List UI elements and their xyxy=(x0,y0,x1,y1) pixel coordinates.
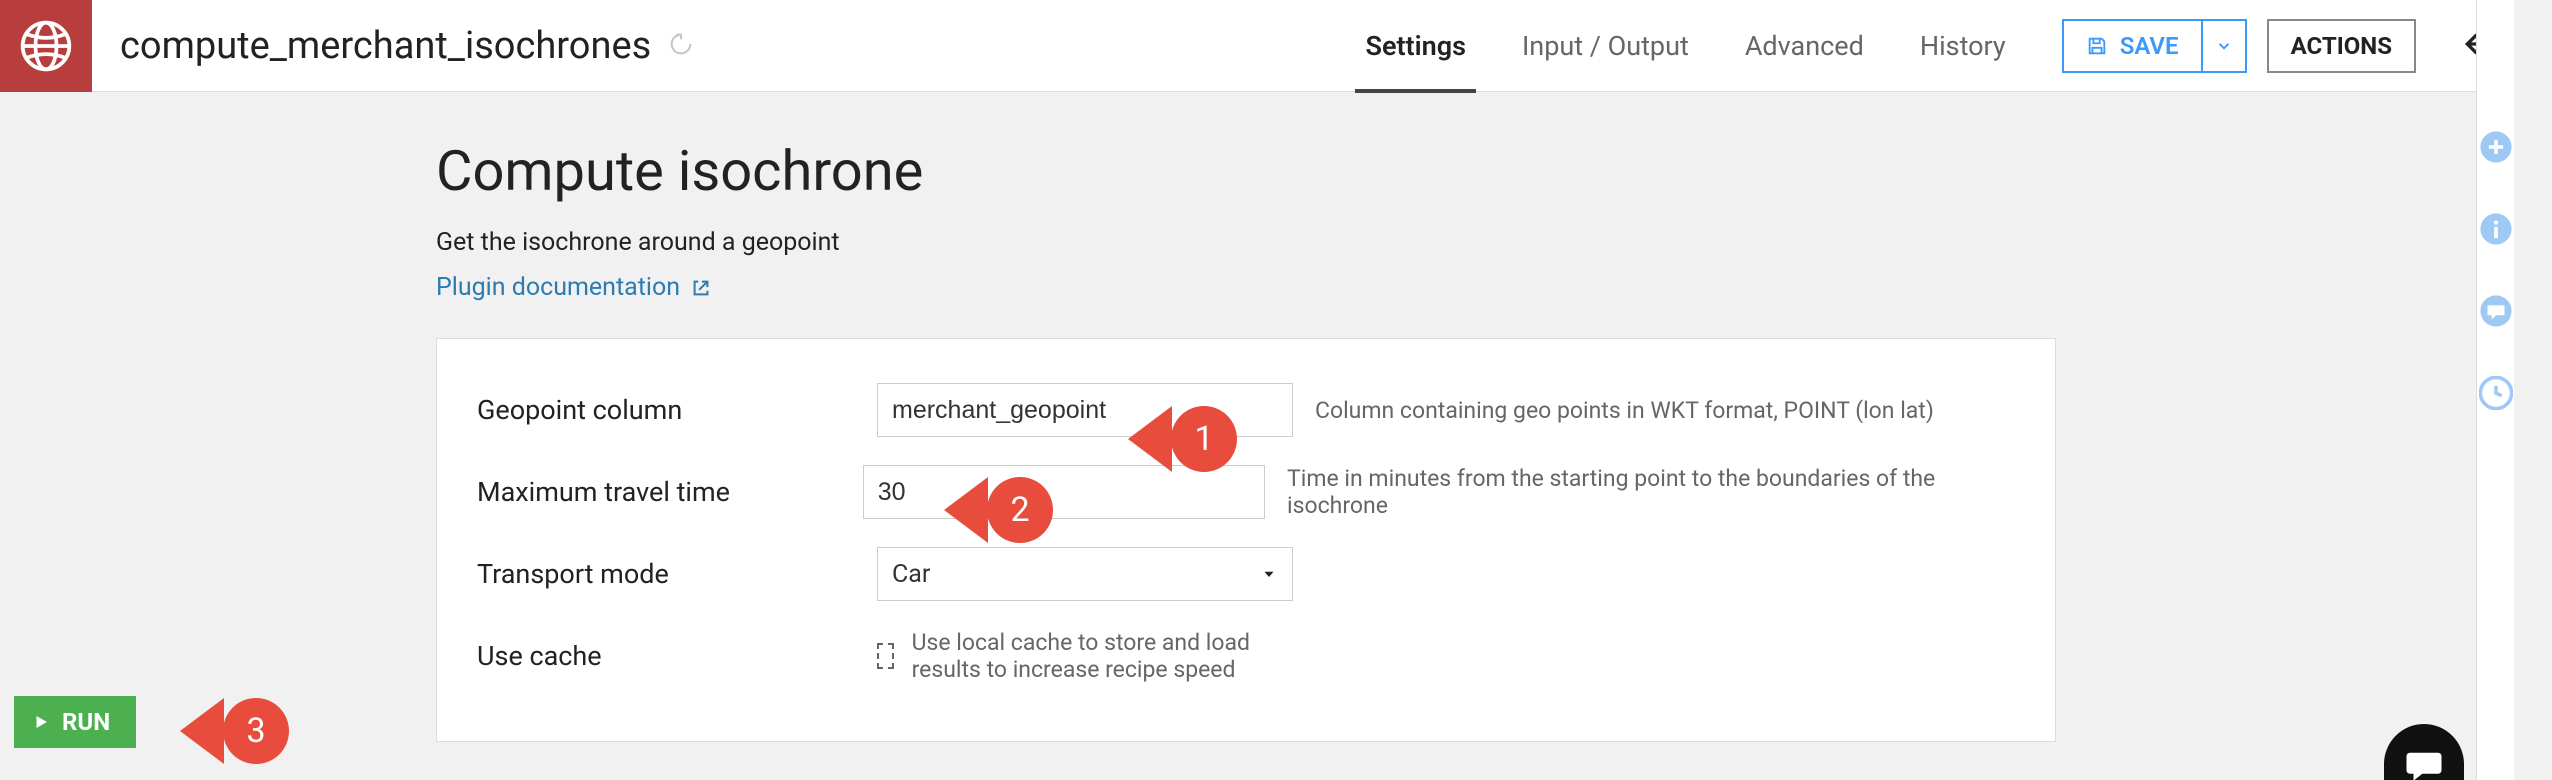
refresh-icon[interactable] xyxy=(667,30,695,62)
tab-input-output[interactable]: Input / Output xyxy=(1522,0,1689,92)
external-link-icon xyxy=(690,277,712,299)
globe-icon xyxy=(18,18,74,74)
input-geopoint-column[interactable] xyxy=(877,383,1293,437)
label-use-cache: Use cache xyxy=(477,640,877,672)
documentation-link[interactable]: Plugin documentation xyxy=(436,273,712,302)
row-max-time: Maximum travel time Time in minutes from… xyxy=(477,465,2015,519)
select-value: Car xyxy=(892,560,930,589)
actions-button[interactable]: ACTIONS xyxy=(2267,19,2416,73)
row-transport-mode: Transport mode Car xyxy=(477,547,2015,601)
label-transport-mode: Transport mode xyxy=(477,558,877,590)
save-dropdown[interactable] xyxy=(2201,21,2245,71)
run-label: RUN xyxy=(62,708,110,736)
save-button-group: SAVE xyxy=(2062,19,2247,73)
info-icon[interactable] xyxy=(2479,212,2513,246)
recipe-logo xyxy=(0,0,92,92)
chevron-down-icon xyxy=(1260,565,1278,583)
save-icon xyxy=(2086,35,2108,57)
label-geopoint: Geopoint column xyxy=(477,394,877,426)
header-tabs: Settings Input / Output Advanced History xyxy=(1365,0,2005,92)
run-button[interactable]: RUN xyxy=(14,696,136,748)
tab-settings[interactable]: Settings xyxy=(1365,0,1466,92)
save-button[interactable]: SAVE xyxy=(2064,21,2201,71)
chat-icon[interactable] xyxy=(2479,294,2513,328)
header-bar: compute_merchant_isochrones Settings Inp… xyxy=(0,0,2514,92)
page-subtitle: Get the isochrone around a geopoint xyxy=(436,228,1660,257)
recipe-title: compute_merchant_isochrones xyxy=(120,24,651,68)
content-area: Compute isochrone Get the isochrone arou… xyxy=(0,92,1660,742)
help-chat-bubble[interactable] xyxy=(2384,724,2464,780)
chevron-down-icon xyxy=(2215,37,2233,55)
add-icon[interactable] xyxy=(2479,130,2513,164)
page-title: Compute isochrone xyxy=(436,138,1660,204)
row-geopoint: Geopoint column Column containing geo po… xyxy=(477,383,2015,437)
clock-icon[interactable] xyxy=(2479,376,2513,410)
row-use-cache: Use cache Use local cache to store and l… xyxy=(477,629,2015,683)
tab-advanced[interactable]: Advanced xyxy=(1745,0,1864,92)
checkbox-use-cache[interactable] xyxy=(877,643,894,669)
select-transport-mode[interactable]: Car xyxy=(877,547,1293,601)
speech-bubble-icon xyxy=(2403,744,2445,780)
label-max-time: Maximum travel time xyxy=(477,476,863,508)
help-use-cache: Use local cache to store and load result… xyxy=(912,629,1293,683)
help-max-time: Time in minutes from the starting point … xyxy=(1287,465,2015,519)
input-max-travel-time[interactable] xyxy=(863,465,1265,519)
play-icon xyxy=(32,713,50,731)
doc-link-text: Plugin documentation xyxy=(436,273,680,302)
right-rail xyxy=(2476,0,2514,780)
form-panel: Geopoint column Column containing geo po… xyxy=(436,338,2056,742)
save-label: SAVE xyxy=(2120,32,2179,60)
help-geopoint: Column containing geo points in WKT form… xyxy=(1315,397,1934,424)
tab-history[interactable]: History xyxy=(1920,0,2006,92)
